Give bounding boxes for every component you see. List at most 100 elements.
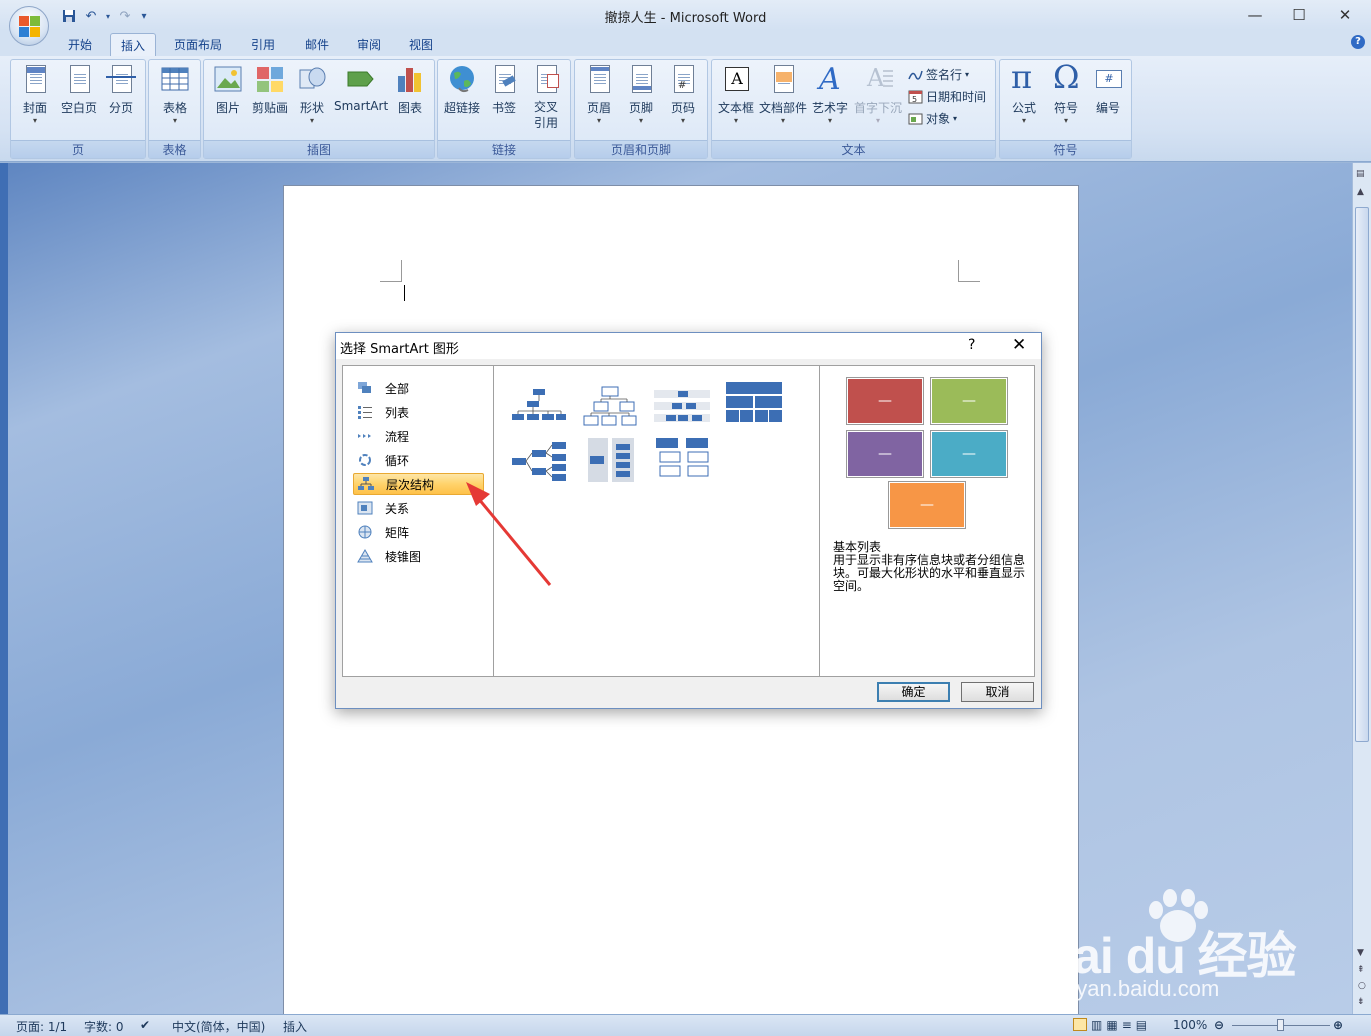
browse-object-icon[interactable]: ○ (1358, 981, 1366, 991)
ok-button[interactable]: 确定 (877, 682, 950, 702)
group-links: 超链接 书签 交叉 引用 链接 (437, 59, 571, 159)
symbol-label: 符号 (1053, 101, 1078, 115)
cover-page-icon (20, 64, 50, 96)
cross-reference-label: 交叉 引用 (533, 100, 558, 130)
text-box-button[interactable]: A 文本框 ▾ (714, 64, 758, 126)
tab-insert[interactable]: 插入 (110, 33, 156, 56)
layout-lined-list[interactable] (652, 436, 712, 482)
footer-button[interactable]: 页脚 ▾ (619, 64, 663, 126)
blank-page-button[interactable]: 空白页 (57, 64, 101, 116)
clip-art-button[interactable]: 剪贴画 (248, 64, 292, 116)
hyperlink-button[interactable]: 超链接 (440, 64, 484, 116)
chart-button[interactable]: 图表 (388, 64, 432, 116)
category-list-label: 列表 (385, 405, 410, 420)
help-icon[interactable]: ? (1351, 35, 1365, 49)
status-page[interactable]: 页面: 1/1 (16, 1018, 67, 1035)
object-button[interactable]: 对象 ▾ (908, 108, 957, 128)
cancel-button[interactable]: 取消 (961, 682, 1034, 702)
group-symbols: π 公式 ▾ Ω 符号 ▾ # 编号 符号 (999, 58, 1132, 159)
drop-cap-button[interactable]: A 首字下沉 ▾ (852, 64, 904, 126)
category-list-item[interactable]: 列表 (353, 401, 484, 423)
chart-label: 图表 (397, 101, 422, 115)
category-all[interactable]: 全部 (353, 377, 484, 399)
table-icon (160, 64, 190, 96)
scrollbar-thumb[interactable] (1355, 207, 1369, 742)
ruler-toggle-icon[interactable]: ▤ (1356, 169, 1365, 179)
page-number-button[interactable]: # 页码 ▾ (661, 64, 705, 126)
category-cycle[interactable]: 循环 (353, 449, 484, 471)
hyperlink-label: 超链接 (443, 101, 480, 115)
status-word-count[interactable]: 字数: 0 (84, 1018, 124, 1035)
signature-line-button[interactable]: 签名行 ▾ (908, 64, 969, 84)
group-text-label: 文本 (712, 140, 995, 158)
page-number-icon: # (668, 64, 698, 96)
numbering-button[interactable]: # 编号 (1086, 64, 1130, 116)
dialog-help-button[interactable]: ? (968, 337, 975, 353)
status-insert-mode[interactable]: 插入 (283, 1018, 307, 1035)
tab-page-layout[interactable]: 页面布局 (166, 33, 230, 56)
footer-label: 页脚 (628, 101, 653, 115)
wordart-label: 艺术字 (811, 101, 848, 115)
tab-mailings[interactable]: 邮件 (294, 33, 340, 56)
close-button[interactable]: ✕ (1322, 0, 1368, 30)
print-layout-icon[interactable] (1073, 1018, 1087, 1031)
header-button[interactable]: 页眉 ▾ (577, 64, 621, 126)
category-pyramid-label: 棱锥图 (385, 549, 422, 564)
zoom-level[interactable]: 100% (1173, 1018, 1207, 1032)
date-time-button[interactable]: 5 日期和时间 (908, 86, 986, 106)
layout-org-chart[interactable] (508, 384, 568, 430)
smartart-button[interactable]: SmartArt (334, 64, 388, 113)
draft-icon[interactable]: ▤ (1136, 1018, 1147, 1032)
category-process[interactable]: 流程 (353, 425, 484, 447)
text-box-icon: A (721, 64, 751, 96)
equation-button[interactable]: π 公式 ▾ (1002, 58, 1046, 126)
maximize-button[interactable]: ☐ (1276, 0, 1322, 30)
zoom-out-icon[interactable]: ⊖ (1214, 1018, 1224, 1032)
previous-page-icon[interactable]: ⇞ (1357, 965, 1365, 975)
vertical-scrollbar[interactable]: ▤ ▲ ▼ ⇞ ○ ⇟ (1352, 163, 1371, 1014)
wordart-button[interactable]: A 艺术字 ▾ (808, 62, 852, 126)
symbol-button[interactable]: Ω 符号 ▾ (1044, 58, 1088, 126)
tab-home[interactable]: 开始 (56, 33, 104, 56)
tab-references[interactable]: 引用 (240, 33, 286, 56)
scroll-down-icon[interactable]: ▼ (1357, 948, 1364, 958)
outline-icon[interactable]: ≡ (1122, 1018, 1132, 1032)
cross-reference-button[interactable]: 交叉 引用 (524, 64, 568, 131)
zoom-in-icon[interactable]: ⊕ (1333, 1018, 1343, 1032)
table-button[interactable]: 表格 ▾ (153, 64, 197, 126)
drop-cap-icon: A (863, 64, 893, 96)
tab-view[interactable]: 视图 (398, 33, 444, 56)
layout-table-hierarchy[interactable] (724, 380, 784, 426)
group-symbols-label: 符号 (1000, 140, 1131, 158)
shapes-button[interactable]: 形状 ▾ (290, 64, 334, 126)
all-icon (357, 381, 373, 395)
header-label: 页眉 (586, 101, 611, 115)
preview-layout-description: 用于显示非有序信息块或者分组信息块。可最大化形状的水平和垂直显示空间。 (833, 553, 1026, 593)
zoom-slider-thumb[interactable] (1277, 1019, 1284, 1031)
status-language[interactable]: 中文(简体，中国) (172, 1018, 265, 1035)
reading-layout-icon[interactable]: ▥ (1091, 1018, 1102, 1032)
group-illustrations-label: 插图 (204, 140, 434, 158)
page-break-label: 分页 (108, 101, 133, 115)
layout-hierarchy-list[interactable] (580, 436, 640, 482)
next-page-icon[interactable]: ⇟ (1357, 997, 1365, 1007)
page-break-button[interactable]: 分页 (99, 64, 143, 116)
numbering-label: 编号 (1095, 101, 1120, 115)
quick-parts-button[interactable]: 文档部件 ▾ (758, 64, 808, 126)
web-layout-icon[interactable]: ▦ (1106, 1018, 1117, 1032)
scroll-up-icon[interactable]: ▲ (1357, 187, 1364, 197)
tab-review[interactable]: 审阅 (346, 33, 392, 56)
group-pages: 封面 ▾ 空白页 分页 页 (10, 59, 146, 159)
office-logo-icon (19, 16, 41, 38)
bookmark-button[interactable]: 书签 (482, 64, 526, 116)
minimize-button[interactable]: — (1232, 0, 1278, 30)
preview-block-green: — (930, 377, 1008, 425)
dialog-close-button[interactable]: ✕ (1012, 335, 1026, 355)
layout-name-title-org[interactable] (580, 384, 640, 430)
proofing-icon[interactable]: ✔ (140, 1018, 150, 1032)
cover-page-button[interactable]: 封面 ▾ (13, 64, 57, 126)
object-icon (908, 111, 923, 126)
layout-hierarchy-labeled[interactable] (652, 384, 712, 430)
office-button[interactable] (9, 6, 49, 46)
picture-button[interactable]: 图片 (206, 64, 250, 116)
